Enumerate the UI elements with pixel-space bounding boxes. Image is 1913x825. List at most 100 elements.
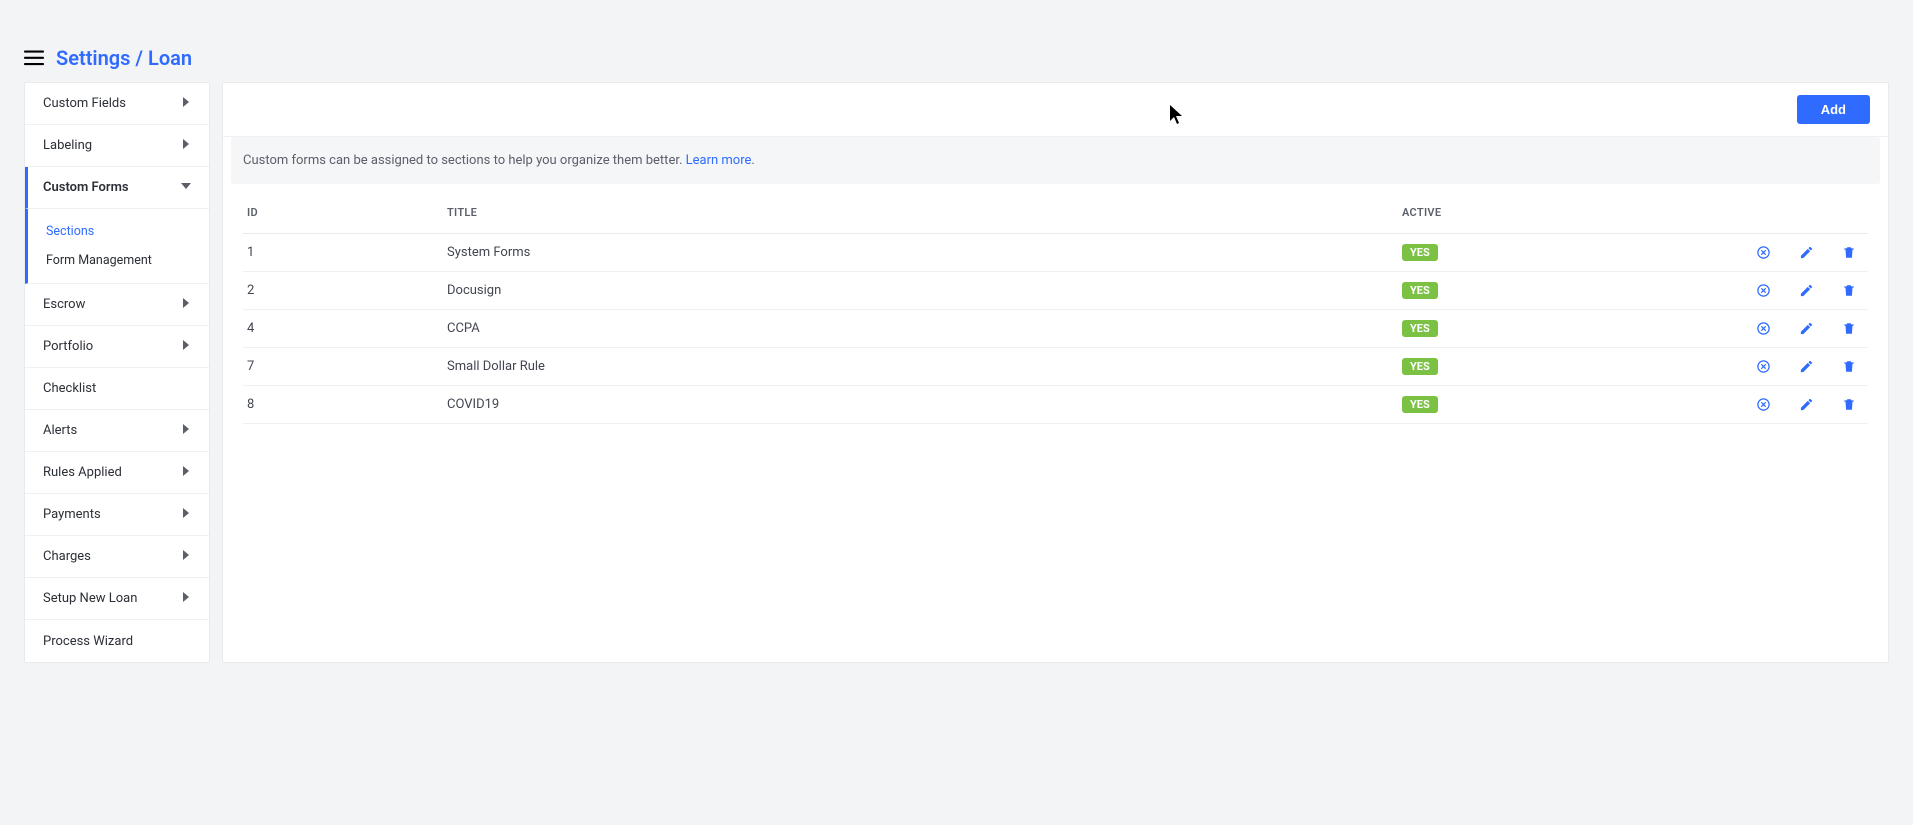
cell-active: YES	[1398, 386, 1748, 424]
sidebar-item-label: Alerts	[43, 423, 77, 438]
sidebar-item-portfolio[interactable]: Portfolio	[25, 326, 209, 368]
chevron-right-icon	[181, 138, 191, 153]
chevron-right-icon	[181, 96, 191, 111]
table-header-active: ACTIVE	[1398, 184, 1748, 234]
active-badge: YES	[1402, 244, 1438, 261]
sidebar-item-custom-forms[interactable]: Custom Forms	[25, 167, 209, 209]
chevron-right-icon	[181, 549, 191, 564]
deactivate-icon[interactable]	[1756, 397, 1771, 412]
edit-icon[interactable]	[1799, 359, 1814, 374]
cell-active: YES	[1398, 234, 1748, 272]
sidebar-item-setup-new-loan[interactable]: Setup New Loan	[25, 578, 209, 620]
sidebar-item-process-wizard[interactable]: Process Wizard	[25, 620, 209, 662]
sections-table: ID TITLE ACTIVE 1System FormsYES2Docusig…	[243, 184, 1868, 424]
cell-active: YES	[1398, 310, 1748, 348]
active-badge: YES	[1402, 396, 1438, 413]
cell-title: COVID19	[443, 386, 1398, 424]
cell-actions	[1748, 234, 1868, 272]
sidebar-item-labeling[interactable]: Labeling	[25, 125, 209, 167]
cell-id: 7	[243, 348, 443, 386]
sidebar-item-charges[interactable]: Charges	[25, 536, 209, 578]
sidebar-item-checklist[interactable]: Checklist	[25, 368, 209, 410]
table-row: 8COVID19YES	[243, 386, 1868, 424]
info-bar: Custom forms can be assigned to sections…	[231, 137, 1880, 184]
table-row: 4CCPAYES	[243, 310, 1868, 348]
cell-actions	[1748, 310, 1868, 348]
table-header-id: ID	[243, 184, 443, 234]
cell-id: 4	[243, 310, 443, 348]
table-row: 1System FormsYES	[243, 234, 1868, 272]
delete-icon[interactable]	[1842, 397, 1856, 412]
sidebar-item-label: Escrow	[43, 297, 85, 312]
edit-icon[interactable]	[1799, 321, 1814, 336]
hamburger-icon[interactable]	[24, 50, 44, 66]
sidebar-subitem-sections[interactable]: Sections	[46, 217, 209, 246]
learn-more-link[interactable]: Learn more	[686, 153, 752, 168]
active-badge: YES	[1402, 320, 1438, 337]
sidebar-item-label: Setup New Loan	[43, 591, 137, 606]
delete-icon[interactable]	[1842, 321, 1856, 336]
cell-actions	[1748, 386, 1868, 424]
sidebar-item-custom-fields[interactable]: Custom Fields	[25, 83, 209, 125]
sidebar-item-label: Custom Fields	[43, 96, 126, 111]
table-header-actions	[1748, 184, 1868, 234]
sidebar-item-escrow[interactable]: Escrow	[25, 284, 209, 326]
toolbar: Add	[223, 83, 1888, 137]
table-header-title: TITLE	[443, 184, 1398, 234]
cell-title: Docusign	[443, 272, 1398, 310]
cell-active: YES	[1398, 272, 1748, 310]
breadcrumb-settings[interactable]: Settings	[56, 46, 130, 70]
sidebar-item-label: Charges	[43, 549, 91, 564]
cell-id: 1	[243, 234, 443, 272]
page-header: Settings / Loan	[0, 0, 1913, 70]
breadcrumb-current[interactable]: Loan	[148, 46, 192, 70]
active-badge: YES	[1402, 282, 1438, 299]
table-row: 7Small Dollar RuleYES	[243, 348, 1868, 386]
delete-icon[interactable]	[1842, 245, 1856, 260]
sidebar-item-rules-applied[interactable]: Rules Applied	[25, 452, 209, 494]
chevron-right-icon	[181, 507, 191, 522]
chevron-right-icon	[181, 297, 191, 312]
cell-title: System Forms	[443, 234, 1398, 272]
delete-icon[interactable]	[1842, 359, 1856, 374]
sidebar-subitem-form-management[interactable]: Form Management	[46, 246, 209, 275]
cell-active: YES	[1398, 348, 1748, 386]
main-panel: Add Custom forms can be assigned to sect…	[222, 82, 1889, 663]
cell-actions	[1748, 348, 1868, 386]
cell-actions	[1748, 272, 1868, 310]
edit-icon[interactable]	[1799, 283, 1814, 298]
active-badge: YES	[1402, 358, 1438, 375]
deactivate-icon[interactable]	[1756, 359, 1771, 374]
deactivate-icon[interactable]	[1756, 283, 1771, 298]
sidebar-item-label: Rules Applied	[43, 465, 122, 480]
cell-id: 8	[243, 386, 443, 424]
info-text: Custom forms can be assigned to sections…	[243, 153, 686, 168]
sidebar-item-label: Portfolio	[43, 339, 93, 354]
sidebar-item-alerts[interactable]: Alerts	[25, 410, 209, 452]
table-row: 2DocusignYES	[243, 272, 1868, 310]
cell-title: Small Dollar Rule	[443, 348, 1398, 386]
cell-id: 2	[243, 272, 443, 310]
add-button[interactable]: Add	[1797, 95, 1870, 124]
deactivate-icon[interactable]	[1756, 245, 1771, 260]
sidebar-item-label: Custom Forms	[43, 180, 129, 195]
breadcrumb-separator: /	[135, 46, 143, 70]
breadcrumb: Settings / Loan	[56, 46, 192, 70]
chevron-right-icon	[181, 339, 191, 354]
sidebar-item-label: Process Wizard	[43, 634, 133, 649]
sidebar: Custom Fields Labeling Custom Forms Sect…	[24, 82, 210, 663]
chevron-right-icon	[181, 465, 191, 480]
chevron-right-icon	[181, 591, 191, 606]
edit-icon[interactable]	[1799, 245, 1814, 260]
deactivate-icon[interactable]	[1756, 321, 1771, 336]
sidebar-item-payments[interactable]: Payments	[25, 494, 209, 536]
chevron-right-icon	[181, 423, 191, 438]
sidebar-submenu-custom-forms: Sections Form Management	[25, 209, 209, 284]
sidebar-item-label: Payments	[43, 507, 101, 522]
sidebar-item-label: Checklist	[43, 381, 96, 396]
edit-icon[interactable]	[1799, 397, 1814, 412]
sidebar-item-label: Labeling	[43, 138, 92, 153]
cell-title: CCPA	[443, 310, 1398, 348]
delete-icon[interactable]	[1842, 283, 1856, 298]
chevron-down-icon	[181, 180, 191, 195]
